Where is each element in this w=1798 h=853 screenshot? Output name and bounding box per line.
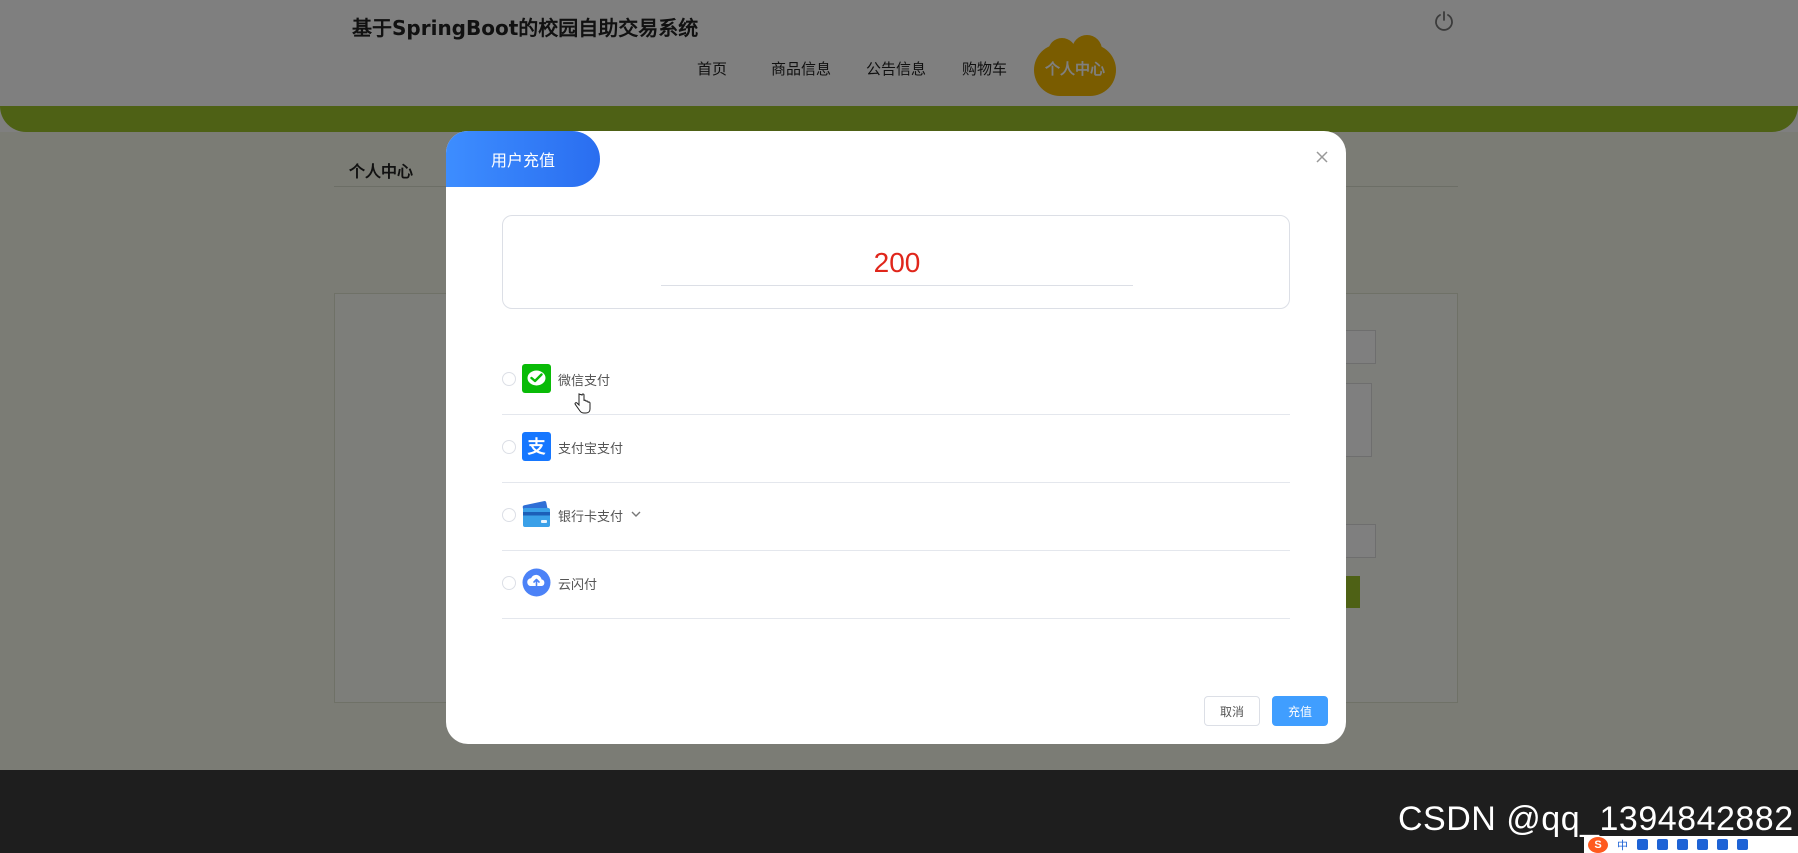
ime-toolbar: S 中 [1584, 836, 1798, 853]
payment-option-bank-card[interactable]: 银行卡支付 [502, 483, 1290, 551]
amount-input[interactable] [661, 240, 1133, 286]
payment-label: 微信支付 [558, 374, 611, 389]
keyboard-icon[interactable] [1677, 839, 1688, 850]
cancel-button[interactable]: 取消 [1204, 696, 1260, 726]
csdn-watermark: CSDN @qq_1394842882 [1398, 800, 1794, 838]
payment-option-wechat[interactable]: 微信支付 [502, 347, 1290, 415]
wechat-pay-icon [522, 364, 551, 393]
close-icon[interactable] [1314, 149, 1330, 165]
toolbox-icon[interactable] [1717, 839, 1728, 850]
alipay-icon: 支 [522, 432, 551, 461]
punctuation-icon[interactable] [1637, 839, 1648, 850]
sogou-ime-icon[interactable]: S [1588, 836, 1608, 853]
amount-box [502, 215, 1290, 309]
chevron-down-icon[interactable] [630, 508, 642, 520]
radio-button[interactable] [502, 508, 516, 522]
recharge-dialog: 用户充值 微信支付 支 支付宝支付 银行卡支付 [446, 131, 1346, 744]
payment-option-cloud-quickpass[interactable]: 云闪付 [502, 551, 1290, 619]
radio-button[interactable] [502, 576, 516, 590]
dialog-title: 用户充值 [446, 131, 600, 187]
payment-label: 支付宝支付 [558, 442, 624, 457]
radio-button[interactable] [502, 372, 516, 386]
payment-label: 云闪付 [558, 578, 598, 593]
cloud-quickpass-icon [522, 568, 551, 597]
radio-button[interactable] [502, 440, 516, 454]
recharge-button[interactable]: 充值 [1272, 696, 1328, 726]
skin-icon[interactable] [1697, 839, 1708, 850]
microphone-icon[interactable] [1657, 839, 1668, 850]
payment-option-alipay[interactable]: 支 支付宝支付 [502, 415, 1290, 483]
hand-cursor-icon [574, 393, 591, 414]
ime-mode-toggle[interactable]: 中 [1617, 837, 1628, 853]
settings-icon[interactable] [1737, 839, 1748, 850]
bank-card-icon [522, 501, 550, 527]
payment-label: 银行卡支付 [558, 510, 624, 525]
svg-text:支: 支 [527, 436, 547, 458]
